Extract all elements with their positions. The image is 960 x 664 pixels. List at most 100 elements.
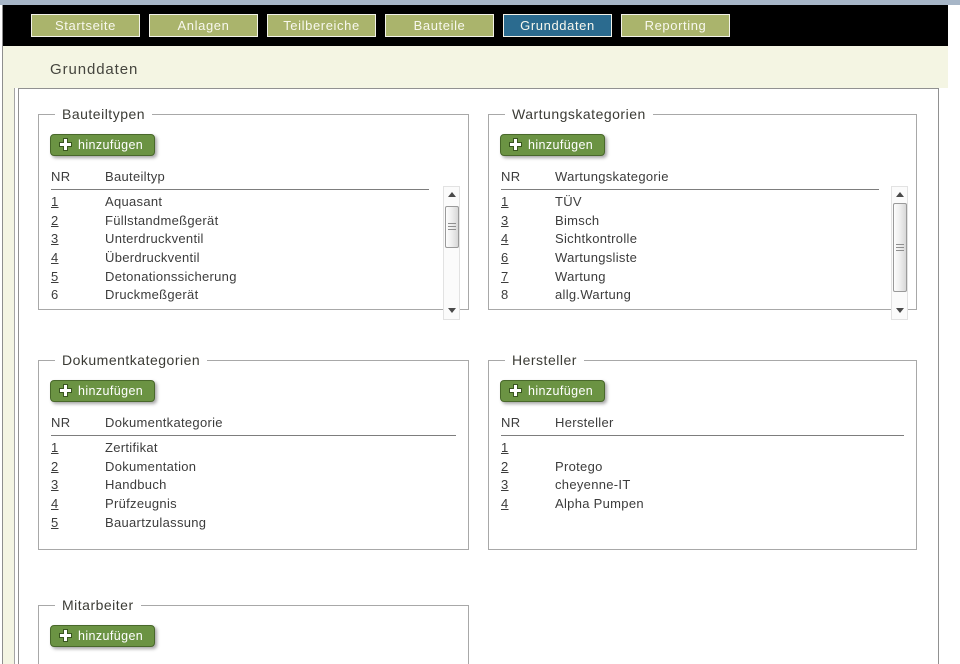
row-value: Wartungsliste — [555, 249, 637, 268]
plus-icon — [58, 628, 73, 643]
panel-legend: Mitarbeiter — [55, 597, 141, 613]
table-row: 5Bauartzulassung — [51, 514, 456, 533]
table-row: 7Wartung — [501, 268, 904, 287]
row-number-link[interactable]: 2 — [501, 458, 555, 477]
panel-wartungskategorien: Wartungskategorien hinzufügen NR Wartung… — [488, 106, 917, 310]
row-number-link[interactable]: 1 — [51, 439, 105, 458]
row-number-link[interactable]: 4 — [51, 495, 105, 514]
table-row: 8allg.Wartung — [501, 286, 904, 305]
add-button-label: hinzufügen — [528, 138, 593, 152]
app-window: Startseite Anlagen Teilbereiche Bauteile Gru… — [0, 0, 960, 664]
row-number-link[interactable]: 3 — [51, 230, 105, 249]
panels-container: Bauteiltypen hinzufügen NR Bauteiltyp 1A… — [18, 88, 939, 664]
table-row: 3cheyenne-IT — [501, 476, 904, 495]
row-number-link[interactable]: 4 — [501, 495, 555, 514]
panel-legend: Bauteiltypen — [55, 106, 152, 122]
add-button[interactable]: hinzufügen — [50, 380, 155, 402]
table-row: 1TÜV — [501, 193, 904, 212]
table-row: 2Füllstandmeßgerät — [51, 212, 456, 231]
row-value: Bauartzulassung — [105, 514, 206, 533]
row-value: Dokumentation — [105, 458, 196, 477]
panel-legend: Wartungskategorien — [505, 106, 653, 122]
table-row: 4Überdruckventil — [51, 249, 456, 268]
table-body: 1TÜV3Bimsch4Sichtkontrolle6Wartungsliste… — [501, 190, 904, 306]
row-number-link[interactable]: 1 — [501, 193, 555, 212]
scrollbar-thumb[interactable] — [893, 203, 907, 292]
row-number-link[interactable]: 3 — [51, 476, 105, 495]
column-header-nr: NR — [501, 169, 555, 184]
row-number-link[interactable]: 6 — [501, 249, 555, 268]
plus-icon — [58, 383, 73, 398]
add-button[interactable]: hinzufügen — [50, 134, 155, 156]
scroll-down-button[interactable] — [892, 303, 907, 318]
row-number-link[interactable]: 4 — [501, 230, 555, 249]
vertical-scrollbar[interactable] — [443, 186, 460, 320]
scrollbar-thumb[interactable] — [445, 206, 459, 248]
table-row: 6Wartungsliste — [501, 249, 904, 268]
table-header-row: NR Dokumentkategorie — [51, 415, 456, 436]
row-number-link[interactable]: 3 — [501, 212, 555, 231]
main-navigation: Startseite Anlagen Teilbereiche Bauteile Gru… — [3, 5, 948, 46]
left-rail — [3, 88, 15, 664]
panel-table: NR Dokumentkategorie 1Zertifikat2Dokumen… — [39, 415, 468, 532]
page-header: Grunddaten — [3, 46, 948, 88]
panel-dokumentkategorien: Dokumentkategorien hinzufügen NR Dokumen… — [38, 352, 469, 550]
row-number-link[interactable]: 2 — [51, 458, 105, 477]
add-button[interactable]: hinzufügen — [500, 134, 605, 156]
panel-table: NR Wartungskategorie 1TÜV3Bimsch4Sichtko… — [489, 169, 916, 306]
scrollbar-track[interactable] — [444, 202, 459, 303]
down-arrow-icon — [896, 308, 904, 313]
row-number-link[interactable]: 7 — [501, 268, 555, 287]
row-number-link[interactable]: 3 — [501, 476, 555, 495]
table-row: 3Bimsch — [501, 212, 904, 231]
table-row: 1 — [501, 439, 904, 458]
column-header-nr: NR — [51, 415, 105, 430]
scrollbar-track[interactable] — [892, 202, 907, 303]
panel-table: NR Hersteller 12Protego3cheyenne-IT4Alph… — [489, 415, 916, 514]
tab-startseite[interactable]: Startseite — [31, 14, 140, 37]
vertical-scrollbar[interactable] — [891, 186, 908, 320]
tab-grunddaten[interactable]: Grunddaten — [503, 14, 612, 37]
scroll-up-button[interactable] — [444, 187, 459, 202]
row-number-link[interactable]: 5 — [51, 268, 105, 287]
up-arrow-icon — [896, 192, 904, 197]
row-value: Protego — [555, 458, 603, 477]
scroll-up-button[interactable] — [892, 187, 907, 202]
panel-table: NR Bauteiltyp 1Aquasant2Füllstandmeßgerä… — [39, 169, 468, 306]
thumb-grip-icon — [448, 223, 456, 231]
table-row: 2Dokumentation — [51, 458, 456, 477]
column-header-name: Wartungskategorie — [555, 169, 669, 184]
row-value: allg.Wartung — [555, 286, 631, 305]
row-value: Detonationssicherung — [105, 268, 237, 287]
row-number-link[interactable]: 1 — [51, 193, 105, 212]
column-header-nr: NR — [501, 415, 555, 430]
row-value: Unterdruckventil — [105, 230, 204, 249]
panel-mitarbeiter: Mitarbeiter hinzufügen — [38, 597, 469, 664]
table-row: 2Protego — [501, 458, 904, 477]
row-value: Druckmeßgerät — [105, 286, 198, 305]
table-header-row: NR Wartungskategorie — [501, 169, 879, 190]
add-button[interactable]: hinzufügen — [500, 380, 605, 402]
tab-bauteile[interactable]: Bauteile — [385, 14, 494, 37]
row-number-link[interactable]: 1 — [501, 439, 555, 458]
table-body: 1Aquasant2Füllstandmeßgerät3Unterdruckve… — [51, 190, 456, 306]
row-number-link[interactable]: 4 — [51, 249, 105, 268]
table-row: 6Druckmeßgerät — [51, 286, 456, 305]
table-row: 1Aquasant — [51, 193, 456, 212]
add-button[interactable]: hinzufügen — [50, 625, 155, 647]
row-number-link[interactable]: 5 — [51, 514, 105, 533]
tab-anlagen[interactable]: Anlagen — [149, 14, 258, 37]
tab-reporting[interactable]: Reporting — [621, 14, 730, 37]
row-number: 6 — [51, 286, 105, 305]
panel-hersteller: Hersteller hinzufügen NR Hersteller 12Pr… — [488, 352, 917, 550]
tab-teilbereiche[interactable]: Teilbereiche — [267, 14, 376, 37]
row-value: TÜV — [555, 193, 582, 212]
column-header-nr: NR — [51, 169, 105, 184]
panel-legend: Hersteller — [505, 352, 584, 368]
column-header-name: Bauteiltyp — [105, 169, 165, 184]
add-button-label: hinzufügen — [78, 629, 143, 643]
scroll-down-button[interactable] — [444, 303, 459, 318]
table-header-row: NR Bauteiltyp — [51, 169, 429, 190]
plus-icon — [508, 383, 523, 398]
row-number-link[interactable]: 2 — [51, 212, 105, 231]
